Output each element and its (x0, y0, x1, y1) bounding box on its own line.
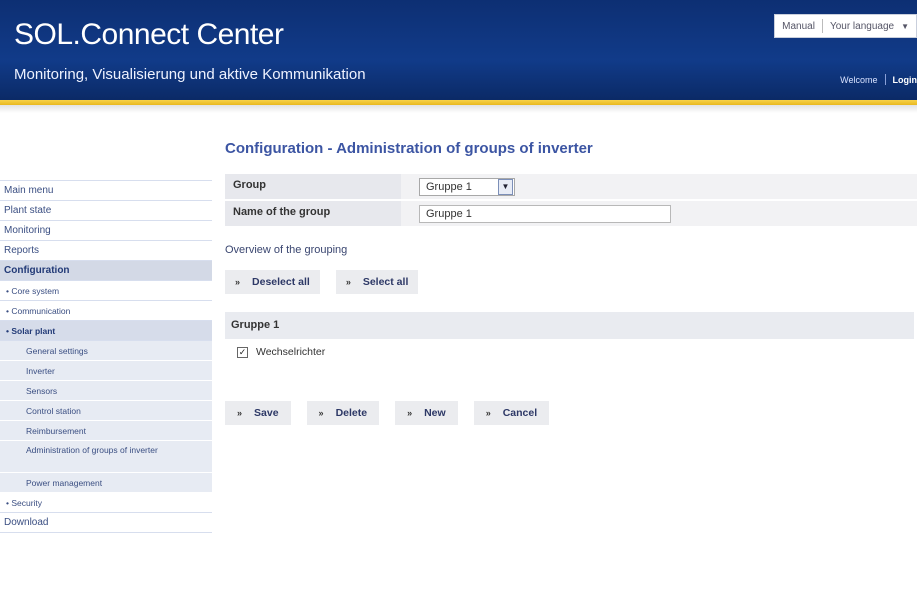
chevron-right-icon: » (407, 408, 413, 418)
sidebar-item-main-menu[interactable]: Main menu (0, 181, 212, 201)
inverter-checkbox-row: ✓ Wechselrichter (225, 346, 917, 358)
delete-button[interactable]: » Delete (306, 401, 380, 425)
sidebar-item-admin-groups[interactable]: Administration of groups of inverter (0, 441, 212, 473)
group-select[interactable]: Gruppe 1 ▼ (419, 177, 515, 196)
sidebar-item-configuration[interactable]: Configuration (0, 261, 212, 281)
group-label: Group (225, 174, 401, 199)
sidebar-item-power-management[interactable]: Power management (0, 473, 212, 493)
selection-buttons: » Deselect all » Select all (225, 270, 917, 294)
chevron-down-icon[interactable]: ▼ (498, 178, 513, 195)
delete-label: Delete (335, 407, 368, 419)
header-banner: SOL.Connect Center Monitoring, Visualisi… (0, 0, 917, 113)
brand-logo: SOL.Connect Center (14, 18, 284, 51)
inverter-checkbox-label[interactable]: Wechselrichter (256, 346, 325, 358)
tagline: Monitoring, Visualisierung und aktive Ko… (14, 66, 366, 83)
sidebar-item-solar-plant[interactable]: • Solar plant (0, 321, 212, 341)
top-links: Manual Your language ▼ (774, 14, 917, 38)
sidebar-item-reimbursement[interactable]: Reimbursement (0, 421, 212, 441)
chevron-right-icon: » (237, 408, 243, 418)
sidebar-item-download[interactable]: Download (0, 513, 212, 533)
name-row: Name of the group Gruppe 1 (225, 201, 917, 226)
welcome-text: Welcome (840, 74, 878, 85)
chevron-right-icon: » (345, 277, 351, 287)
save-label: Save (254, 407, 279, 419)
sidebar-item-communication[interactable]: • Communication (0, 301, 212, 321)
login-link[interactable]: Login (893, 75, 917, 85)
language-select[interactable]: Your language (823, 21, 901, 32)
name-label: Name of the group (225, 201, 401, 226)
main-content: Configuration - Administration of groups… (225, 140, 917, 425)
name-value-cell: Gruppe 1 (401, 201, 917, 226)
page-title: Configuration - Administration of groups… (225, 140, 593, 157)
sidebar-item-sensors[interactable]: Sensors (0, 381, 212, 401)
sidebar-item-security[interactable]: • Security (0, 493, 212, 513)
sidebar-item-reports[interactable]: Reports (0, 241, 212, 261)
sidebar-item-monitoring[interactable]: Monitoring (0, 221, 212, 241)
sidebar: Main menu Plant state Monitoring Reports… (0, 180, 212, 533)
sidebar-item-inverter[interactable]: Inverter (0, 361, 212, 381)
header-shadow (0, 105, 917, 113)
action-buttons: » Save » Delete » New » Cancel (225, 401, 917, 425)
save-button[interactable]: » Save (225, 401, 291, 425)
chevron-right-icon: » (318, 408, 324, 418)
group-select-value: Gruppe 1 (426, 180, 472, 193)
inverter-checkbox[interactable]: ✓ (237, 346, 248, 358)
group-value-cell: Gruppe 1 ▼ (401, 174, 917, 199)
group-row: Group Gruppe 1 ▼ (225, 174, 917, 199)
divider (884, 74, 886, 85)
caret-down-icon[interactable]: ▼ (901, 22, 916, 31)
new-label: New (424, 407, 446, 419)
sidebar-item-general-settings[interactable]: General settings (0, 341, 212, 361)
sidebar-item-control-station[interactable]: Control station (0, 401, 212, 421)
deselect-all-label: Deselect all (252, 276, 310, 288)
group-heading: Gruppe 1 (225, 312, 914, 339)
select-all-button[interactable]: » Select all (335, 270, 419, 294)
cancel-button[interactable]: » Cancel (473, 401, 550, 425)
cancel-label: Cancel (502, 407, 538, 419)
deselect-all-button[interactable]: » Deselect all (225, 270, 320, 294)
welcome-bar: Welcome Login (840, 74, 917, 85)
sidebar-item-core-system[interactable]: • Core system (0, 281, 212, 301)
group-name-input[interactable]: Gruppe 1 (419, 204, 671, 223)
select-all-label: Select all (362, 276, 409, 288)
new-button[interactable]: » New (395, 401, 458, 425)
manual-link[interactable]: Manual (775, 21, 822, 32)
overview-heading: Overview of the grouping (225, 244, 348, 256)
sidebar-item-plant-state[interactable]: Plant state (0, 201, 212, 221)
chevron-right-icon: » (485, 408, 491, 418)
chevron-right-icon: » (235, 277, 241, 287)
